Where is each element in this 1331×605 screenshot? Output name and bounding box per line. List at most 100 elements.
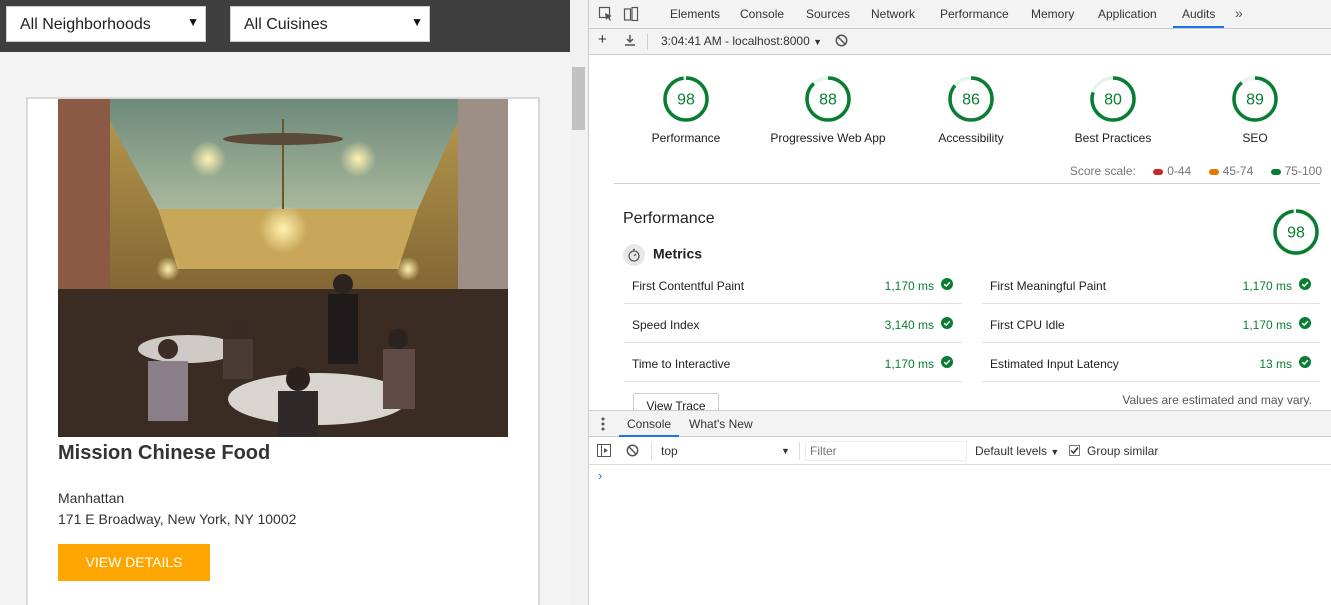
- category-label: SEO: [1242, 131, 1268, 145]
- clear-console-icon[interactable]: [626, 444, 639, 460]
- metric-row: Speed Index 3,140 ms: [624, 305, 962, 343]
- console-filter-input[interactable]: [805, 441, 967, 461]
- audits-toolbar: + 3:04:41 AM - localhost:8000 ▼: [589, 29, 1331, 55]
- more-tabs-icon[interactable]: »: [1235, 5, 1243, 21]
- report-selector-value: 3:04:41 AM - localhost:8000: [661, 34, 810, 48]
- category-gauge[interactable]: 80 Best Practices: [1033, 75, 1193, 175]
- devtools-panel: Elements Console Sources Network Perform…: [588, 0, 1331, 605]
- audits-report: 98 Performance 88 Progressive Web App 86 Acce…: [589, 55, 1331, 410]
- score-ring-icon: 80: [1090, 76, 1136, 122]
- view-trace-button[interactable]: View Trace: [633, 393, 719, 410]
- metric-name: First Meaningful Paint: [990, 279, 1107, 293]
- tab-console[interactable]: Console: [731, 0, 793, 28]
- restaurant-address: 171 E Broadway, New York, NY 10002: [58, 511, 297, 527]
- estimate-note: Values are estimated and may vary.: [1122, 393, 1312, 407]
- category-label: Performance: [651, 131, 721, 145]
- devtools-tabbar: Elements Console Sources Network Perform…: [589, 0, 1331, 29]
- device-toolbar-icon[interactable]: [623, 6, 639, 22]
- context-select-value: top: [661, 444, 678, 458]
- cuisine-select-value: All Cuisines: [244, 16, 328, 33]
- category-score: 80: [1104, 92, 1122, 109]
- restaurant-neighborhood: Manhattan: [58, 490, 125, 506]
- metric-name: Estimated Input Latency: [990, 357, 1119, 371]
- show-sidebar-icon[interactable]: [597, 444, 611, 460]
- dropdown-arrow-icon: ▼: [813, 37, 823, 47]
- score-range-average: 45-74: [1208, 164, 1253, 178]
- category-gauge[interactable]: 98 Performance: [606, 75, 766, 175]
- tab-memory[interactable]: Memory: [1022, 0, 1083, 28]
- inspect-element-icon[interactable]: [598, 6, 614, 22]
- drawer-tabbar: Console What's New: [589, 410, 1331, 437]
- fail-dot-icon: [1153, 168, 1164, 175]
- category-gauge[interactable]: 86 Accessibility: [891, 75, 1051, 175]
- log-levels-select[interactable]: Default levels ▼: [975, 444, 1059, 458]
- metric-name: First CPU Idle: [990, 318, 1065, 332]
- score-range-fail: 0-44: [1153, 164, 1191, 178]
- view-details-button[interactable]: VIEW DETAILS: [58, 544, 210, 581]
- tab-network[interactable]: Network: [862, 0, 924, 28]
- tab-audits[interactable]: Audits: [1173, 0, 1225, 28]
- category-score: 88: [819, 92, 837, 109]
- category-score: 89: [1246, 92, 1264, 109]
- metric-value: 1,170 ms: [1242, 318, 1292, 332]
- metric-row: First Meaningful Paint 1,170 ms: [982, 266, 1320, 304]
- download-report-icon[interactable]: [624, 34, 636, 49]
- context-select[interactable]: top: [661, 444, 678, 458]
- category-label: Progressive Web App: [770, 131, 886, 145]
- pass-check-icon: [941, 317, 953, 332]
- app-scroll-thumb[interactable]: [572, 67, 585, 130]
- metric-row: First CPU Idle 1,170 ms: [982, 305, 1320, 343]
- add-audit-icon[interactable]: +: [598, 31, 607, 48]
- pass-check-icon: [1299, 278, 1311, 293]
- average-dot-icon: [1208, 168, 1219, 175]
- metric-value: 3,140 ms: [884, 318, 934, 332]
- tab-elements[interactable]: Elements: [661, 0, 729, 28]
- metric-value: 13 ms: [1259, 357, 1292, 371]
- restaurant-photo: [58, 99, 508, 437]
- neighborhood-select-value: All Neighborhoods: [20, 16, 151, 33]
- metric-value: 1,170 ms: [884, 357, 934, 371]
- category-score: 98: [677, 92, 695, 109]
- stopwatch-icon: [623, 244, 645, 266]
- score-range-fail-label: 0-44: [1167, 164, 1192, 178]
- metric-row: Time to Interactive 1,170 ms: [624, 344, 962, 382]
- neighborhood-select[interactable]: All Neighborhoods ▼: [6, 6, 206, 42]
- score-scale: Score scale: 0-44 45-74 75-100: [1056, 164, 1322, 178]
- console-prompt-icon[interactable]: ›: [598, 468, 602, 483]
- pass-check-icon: [941, 278, 953, 293]
- tab-performance[interactable]: Performance: [931, 0, 1018, 28]
- performance-score-value: 98: [1287, 225, 1305, 242]
- score-ring-icon: 89: [1232, 76, 1278, 122]
- drawer-tab-console[interactable]: Console: [619, 411, 680, 437]
- score-scale-label: Score scale:: [1069, 164, 1136, 178]
- pass-dot-icon: [1270, 168, 1281, 175]
- pass-check-icon: [941, 356, 953, 371]
- toolbar-divider: [799, 442, 800, 460]
- score-ring-icon: 98: [663, 76, 709, 122]
- metric-row: Estimated Input Latency 13 ms: [982, 344, 1320, 382]
- category-label: Accessibility: [938, 131, 1004, 145]
- score-ring-icon: 88: [805, 76, 851, 122]
- tab-sources[interactable]: Sources: [797, 0, 859, 28]
- tab-application[interactable]: Application: [1089, 0, 1166, 28]
- pass-check-icon: [1299, 356, 1311, 371]
- group-similar-checkbox[interactable]: [1069, 445, 1080, 459]
- restaurant-name: Mission Chinese Food: [58, 442, 271, 464]
- category-label: Best Practices: [1074, 131, 1152, 145]
- metric-name: Time to Interactive: [632, 357, 731, 371]
- toolbar-divider: [647, 34, 648, 50]
- dropdown-arrow-icon: ▼: [781, 446, 790, 456]
- report-selector[interactable]: 3:04:41 AM - localhost:8000 ▼: [661, 34, 822, 48]
- drawer-menu-icon[interactable]: [601, 417, 605, 434]
- drawer-tab-whats-new[interactable]: What's New: [681, 411, 761, 437]
- console-toolbar: top ▼ Default levels ▼ Group similar: [589, 437, 1331, 465]
- metric-name: First Contentful Paint: [632, 279, 745, 293]
- restaurant-card: Mission Chinese Food Manhattan 171 E Bro…: [26, 97, 540, 605]
- category-gauge[interactable]: 88 Progressive Web App: [748, 75, 908, 175]
- performance-section-title: Performance: [623, 210, 715, 227]
- category-gauge[interactable]: 89 SEO: [1175, 75, 1331, 175]
- log-levels-value: Default levels: [975, 444, 1048, 458]
- score-range-pass: 75-100: [1270, 164, 1322, 178]
- cuisine-select[interactable]: All Cuisines ▼: [230, 6, 430, 42]
- clear-all-icon[interactable]: [835, 34, 848, 50]
